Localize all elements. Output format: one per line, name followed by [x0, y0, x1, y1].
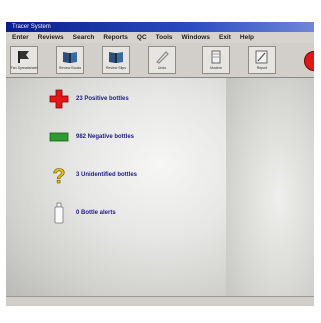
document-icon	[211, 50, 221, 64]
legend-positive-text: 23 Positive bottles	[76, 96, 129, 102]
main-panel: 23 Positive bottles 982 Negative bottles…	[6, 78, 314, 296]
flag-icon	[18, 51, 29, 63]
legend-negative-text: 982 Negative bottles	[76, 134, 135, 140]
toolbar-button-label: Undo	[157, 66, 167, 70]
question-mark-icon: ?	[48, 164, 70, 186]
edit-icon	[255, 50, 268, 64]
toolbar-button-fan-spreadsheet[interactable]: Fan Spreadsheet	[10, 46, 38, 74]
legend-positive: 23 Positive bottles	[48, 88, 129, 110]
pen-icon	[156, 51, 169, 64]
red-cross-icon	[48, 88, 70, 110]
status-bar	[6, 296, 314, 306]
menu-exit[interactable]: Exit	[219, 34, 231, 41]
toolbar-button-label: Review Books	[58, 66, 82, 70]
toolbar: Fan Spreadsheet Review Books Review Slip…	[6, 43, 314, 78]
menu-tools[interactable]: Tools	[156, 34, 173, 41]
bottle-icon	[48, 202, 70, 224]
menu-bar: Enter Reviews Search Reports QC Tools Wi…	[6, 32, 314, 43]
toolbar-button-label: Fan Spreadsheet	[10, 66, 38, 70]
background-photo	[6, 78, 226, 296]
toolbar-button-report[interactable]: Report	[248, 46, 276, 74]
legend-unidentified-text: 3 Unidentified bottles	[76, 172, 138, 178]
toolbar-button-undo[interactable]: Undo	[148, 46, 176, 74]
background-photo-right	[226, 78, 314, 296]
menu-reviews[interactable]: Reviews	[38, 34, 64, 41]
toolbar-button-label: Modem	[210, 66, 222, 70]
legend-negative: 982 Negative bottles	[48, 126, 134, 148]
toolbar-button-label: Report	[256, 66, 268, 70]
menu-qc[interactable]: QC	[137, 34, 147, 41]
stop-icon[interactable]	[304, 51, 314, 71]
toolbar-button-review-slips[interactable]: Review Slips	[102, 46, 130, 74]
menu-reports[interactable]: Reports	[103, 34, 128, 41]
green-bar-icon	[48, 126, 70, 148]
menu-windows[interactable]: Windows	[182, 34, 210, 41]
window-title-bar: Tracer System	[6, 22, 314, 32]
menu-enter[interactable]: Enter	[12, 34, 29, 41]
toolbar-button-label: Review Slips	[105, 66, 127, 70]
toolbar-button-modem[interactable]: Modem	[202, 46, 230, 74]
toolbar-button-review-books[interactable]: Review Books	[56, 46, 84, 74]
menu-help[interactable]: Help	[240, 34, 254, 41]
legend-alerts: 0 Bottle alerts	[48, 202, 116, 224]
legend-unidentified: ? 3 Unidentified bottles	[48, 164, 137, 186]
window-title: Tracer System	[12, 24, 51, 30]
app-window: Tracer System Enter Reviews Search Repor…	[6, 22, 314, 306]
menu-search[interactable]: Search	[73, 34, 95, 41]
book-icon	[63, 52, 77, 63]
legend-alerts-text: 0 Bottle alerts	[76, 210, 116, 216]
book-icon	[109, 52, 123, 63]
svg-text:?: ?	[53, 165, 66, 186]
